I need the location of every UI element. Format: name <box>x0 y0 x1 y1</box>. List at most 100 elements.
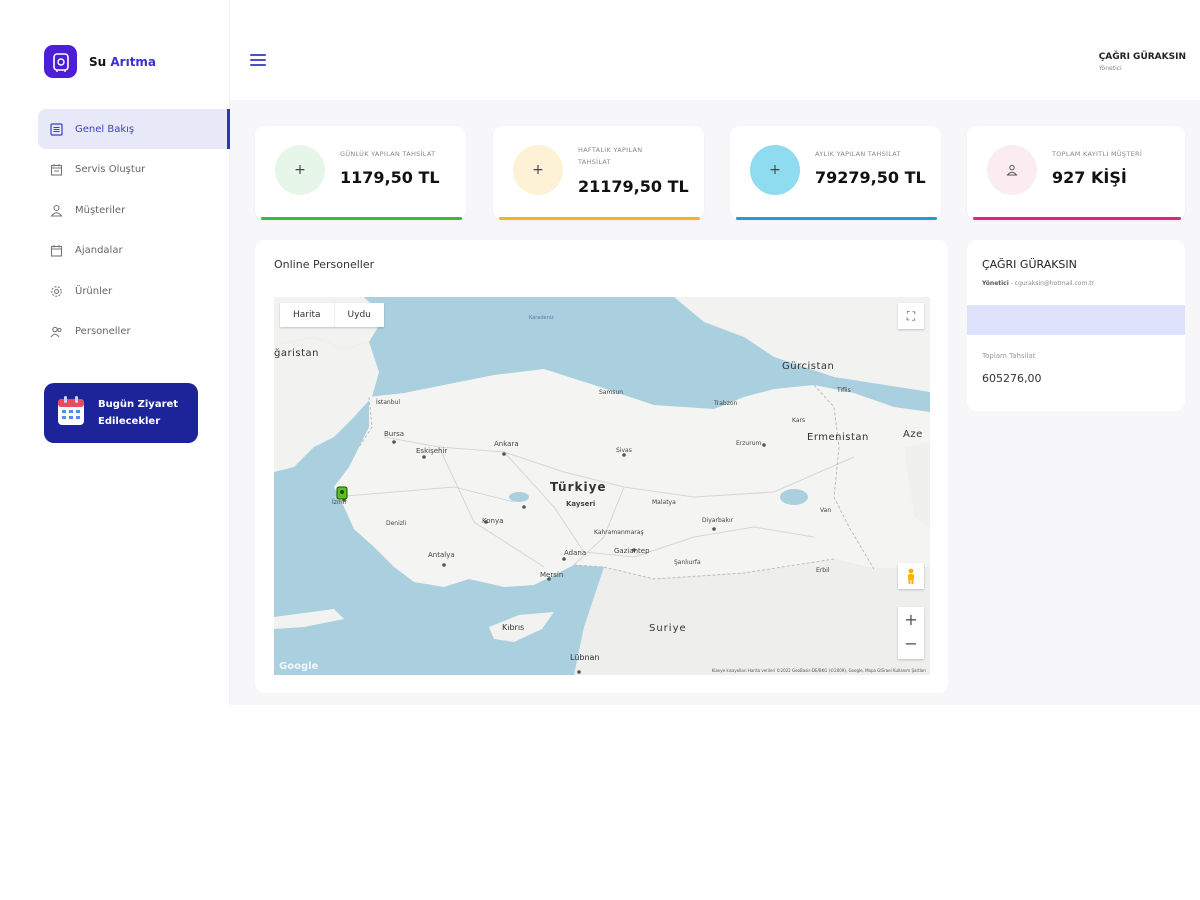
stat-accent-bar <box>261 217 462 220</box>
todays-visits-button[interactable]: Bugün Ziyaret Edilecekler <box>44 383 198 443</box>
map-label-samsun: Samsun <box>599 389 624 396</box>
sidebar-item-ajandalar[interactable]: Ajandalar <box>38 231 230 271</box>
map-label-ankara: Ankara <box>494 440 519 448</box>
staff-map[interactable]: Türkiye Gürcistan Ermenistan Aze Suriye … <box>274 297 930 675</box>
stat-card-customers: TOPLAM KAYITLI MÜŞTERİ 927 KİŞİ <box>967 126 1185 220</box>
map-label-syria: Suriye <box>649 623 687 634</box>
stat-label: AYLIK YAPILAN TAHSİLAT <box>815 150 901 158</box>
profile-subtitle: Yönetici - cguraksin@hotmail.com.tr <box>982 280 1094 287</box>
staff-location-marker[interactable] <box>336 486 348 500</box>
water-purifier-logo-icon <box>44 45 77 78</box>
map-label-konya: Konya <box>482 517 504 525</box>
sidebar-item-label: Servis Oluştur <box>75 164 146 175</box>
sidebar-item-label: Personeller <box>75 326 131 337</box>
brand-name-part2: Arıtma <box>110 54 157 69</box>
map-label-erzurum: Erzurum <box>736 440 762 447</box>
profile-band <box>967 305 1185 335</box>
topbar: ÇAĞRI GÜRAKSIN Yönetici <box>230 0 1200 100</box>
main-content: + GÜNLÜK YAPILAN TAHSİLAT 1179,50 TL + H… <box>230 100 1200 705</box>
map-label-mersin: Mersin <box>540 571 564 579</box>
sidebar-item-musteriler[interactable]: Müşteriler <box>38 190 230 230</box>
stat-card-weekly: + HAFTALIK YAPILAN TAHSİLAT 21179,50 TL <box>493 126 704 220</box>
todays-visits-line1: Bugün Ziyaret <box>98 399 179 410</box>
stat-value: 1179,50 TL <box>340 168 440 187</box>
stat-card-daily: + GÜNLÜK YAPILAN TAHSİLAT 1179,50 TL <box>255 126 466 220</box>
stat-label: HAFTALIK YAPILAN TAHSİLAT <box>578 146 643 166</box>
map-label-istanbul: İstanbul <box>376 399 401 406</box>
brand[interactable]: Su Arıtma <box>44 45 156 78</box>
stat-card-monthly: + AYLIK YAPILAN TAHSİLAT 79279,50 TL <box>730 126 941 220</box>
map-label-lebanon: Lübnan <box>570 653 600 662</box>
map-label-denizli: Denizli <box>386 520 407 527</box>
map-label-eskisehir: Eskişehir <box>416 447 448 455</box>
user-icon <box>987 145 1037 195</box>
zoom-out-icon[interactable]: − <box>904 633 917 659</box>
stat-value: 21179,50 TL <box>578 177 689 196</box>
calendar-plus-icon <box>49 163 63 177</box>
brand-name-part1: Su <box>89 54 107 69</box>
map-label-armenia: Ermenistan <box>807 432 869 443</box>
menu-toggle-icon[interactable] <box>250 54 266 67</box>
plus-icon: + <box>513 145 563 195</box>
map-label-sanliurfa: Şanlıurfa <box>674 559 701 566</box>
stat-accent-bar <box>736 217 937 220</box>
sidebar-item-servis-olustur[interactable]: Servis Oluştur <box>38 150 230 190</box>
stat-value: 79279,50 TL <box>815 168 926 187</box>
sidebar-item-genel-bakis[interactable]: Genel Bakış <box>38 109 230 149</box>
stat-accent-bar <box>499 217 700 220</box>
profile-name: ÇAĞRI GÜRAKSIN <box>982 258 1077 271</box>
sidebar-item-label: Müşteriler <box>75 204 126 216</box>
plus-icon: + <box>750 145 800 195</box>
map-type-uydu-button[interactable]: Uydu <box>335 303 384 327</box>
map-type-harita-button[interactable]: Harita <box>280 303 335 327</box>
sidebar: Su Arıtma Genel Bakış Servis Oluştur Müş… <box>0 0 230 705</box>
map-label-malatya: Malatya <box>652 499 676 506</box>
map-label-bursa: Bursa <box>384 430 405 438</box>
todays-visits-label: Bugün Ziyaret Edilecekler <box>98 396 178 430</box>
map-label-kayseri: Kayseri <box>566 500 596 508</box>
map-label-azer: Aze <box>903 429 923 440</box>
map-label-gaziantep: Gaziantep <box>614 547 650 555</box>
stat-label: GÜNLÜK YAPILAN TAHSİLAT <box>340 150 436 158</box>
sidebar-nav: Genel Bakış Servis Oluştur Müşteriler Aj… <box>38 109 230 352</box>
zoom-in-icon[interactable]: + <box>904 607 917 633</box>
online-staff-card: Online Personeller Türkiye Gürcistan Erm… <box>255 240 948 693</box>
calendar-icon <box>49 244 63 258</box>
google-logo: Google <box>279 661 319 672</box>
map-label-sivas: Sivas <box>616 447 632 454</box>
header-user-role: Yönetici <box>1098 65 1122 72</box>
user-icon <box>49 203 63 217</box>
user-menu[interactable]: ÇAĞRI GÜRAKSIN Yönetici <box>1099 52 1186 72</box>
users-icon <box>49 325 63 339</box>
online-staff-title: Online Personeller <box>274 258 375 271</box>
map-label-georgia: Gürcistan <box>782 361 835 372</box>
calendar-icon <box>56 395 86 431</box>
map-attribution: Klavye kısayolları Harita verileri ©2022… <box>711 668 926 673</box>
sidebar-item-personeller[interactable]: Personeller <box>38 312 230 352</box>
map-label-diyarbakir: Diyarbakır <box>702 517 734 524</box>
brand-name: Su Arıtma <box>89 55 156 69</box>
map-label-black-sea: Karadeniz <box>529 315 554 321</box>
map-label-trabzon: Trabzon <box>714 400 738 407</box>
total-collection-value: 605276,00 <box>982 372 1042 385</box>
map-label-kahramanmaras: Kahramanmaraş <box>594 529 644 536</box>
street-view-pegman-icon[interactable] <box>898 563 924 589</box>
app-root: Su Arıtma Genel Bakış Servis Oluştur Müş… <box>0 0 1200 705</box>
map-label-kars: Kars <box>792 417 806 424</box>
map-label-cyprus: Kıbrıs <box>502 623 525 632</box>
todays-visits-line2: Edilecekler <box>98 416 161 427</box>
map-label-turkey: Türkiye <box>550 480 607 494</box>
profile-card: ÇAĞRI GÜRAKSIN Yönetici - cguraksin@hotm… <box>967 240 1185 411</box>
total-collection-label: Toplam Tahsilat <box>982 352 1036 360</box>
sidebar-item-label: Genel Bakış <box>75 123 135 135</box>
sidebar-item-urunler[interactable]: Ürünler <box>38 271 230 311</box>
profile-email: cguraksin@hotmail.com.tr <box>1014 280 1095 287</box>
map-label-van: Van <box>820 507 832 514</box>
map-label-bulgaria: ğaristan <box>274 348 319 359</box>
stat-accent-bar <box>973 217 1181 220</box>
stat-value: 927 KİŞİ <box>1052 168 1127 187</box>
dashboard-icon <box>49 122 63 136</box>
header-user-name: ÇAĞRI GÜRAKSIN <box>1098 52 1186 62</box>
fullscreen-icon[interactable]: ⛶ <box>898 303 924 329</box>
map-label-antalya: Antalya <box>428 551 455 559</box>
